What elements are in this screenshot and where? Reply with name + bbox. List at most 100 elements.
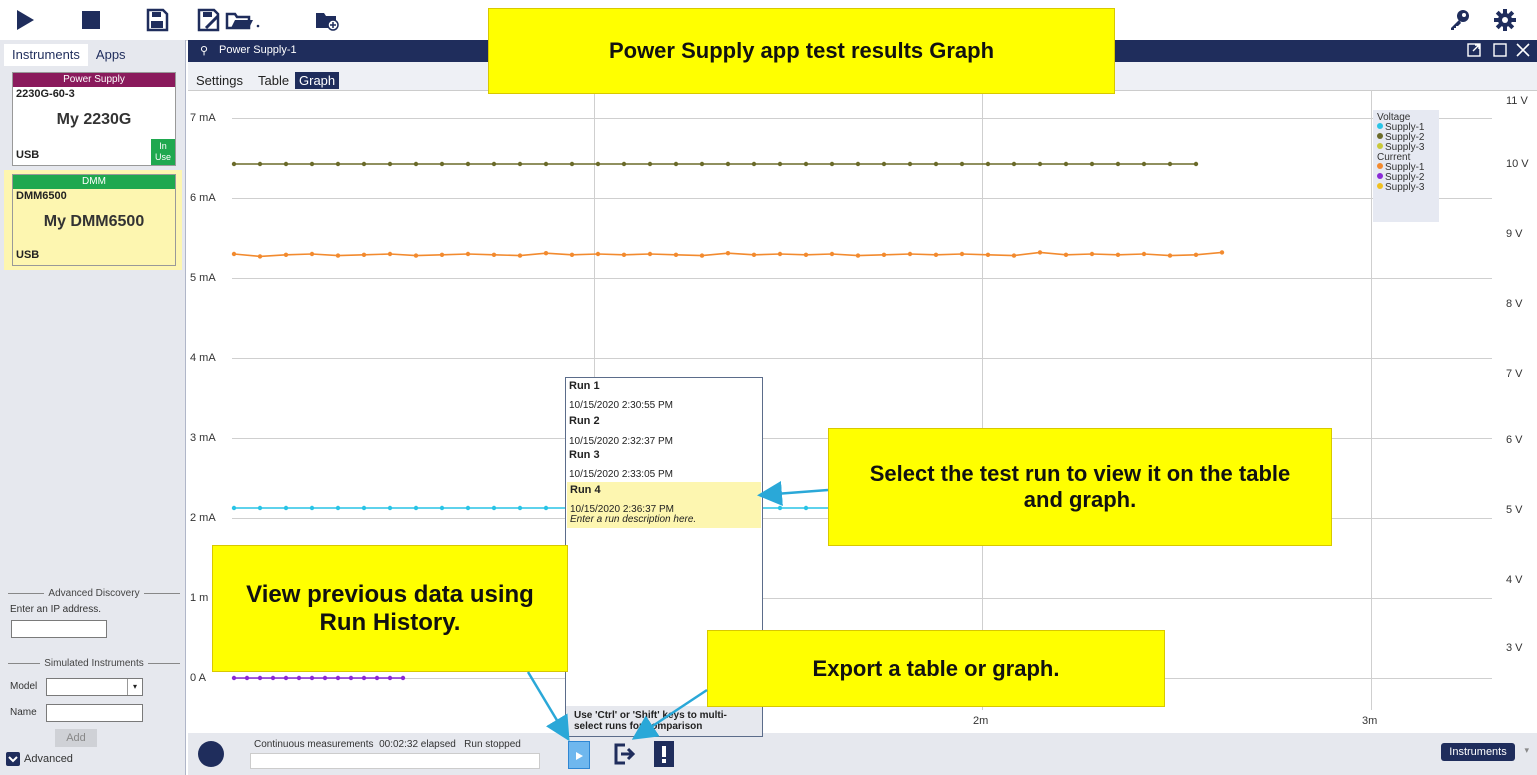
save-icon[interactable] [142, 6, 172, 34]
data-point[interactable] [231, 675, 237, 681]
data-point[interactable] [1115, 161, 1121, 167]
data-point[interactable] [1141, 161, 1147, 167]
data-point[interactable] [231, 161, 237, 167]
data-point[interactable] [1193, 252, 1199, 257]
data-point[interactable] [569, 252, 575, 257]
data-point[interactable] [283, 161, 289, 167]
data-point[interactable] [1037, 161, 1043, 167]
data-point[interactable] [647, 251, 653, 257]
data-point[interactable] [231, 251, 237, 257]
instrument-card-power-supply[interactable]: Power Supply 2230G-60-3 My 2230G USB In … [12, 72, 176, 166]
run-item-date[interactable]: 10/15/2020 2:30:55 PM [569, 400, 673, 411]
info-icon[interactable] [654, 741, 674, 767]
data-point[interactable] [361, 161, 367, 167]
data-point[interactable] [1089, 161, 1095, 167]
instruments-button[interactable]: Instruments [1441, 743, 1515, 761]
data-point[interactable] [439, 252, 445, 257]
data-point[interactable] [803, 161, 809, 167]
data-point[interactable] [322, 675, 328, 681]
data-point[interactable] [725, 251, 731, 256]
model-select[interactable]: ▾ [46, 678, 143, 696]
data-point[interactable] [1219, 250, 1225, 255]
data-point[interactable] [829, 161, 835, 167]
ip-address-input[interactable] [11, 620, 107, 638]
data-point[interactable] [387, 161, 393, 167]
data-point[interactable] [244, 675, 250, 681]
run-history-button[interactable] [568, 741, 590, 769]
run-indicator-icon[interactable] [198, 741, 224, 767]
data-point[interactable] [465, 161, 471, 167]
data-point[interactable] [803, 505, 809, 511]
data-point[interactable] [855, 253, 861, 258]
data-point[interactable] [907, 251, 913, 257]
data-point[interactable] [543, 251, 549, 256]
data-point[interactable] [543, 161, 549, 167]
data-point[interactable] [387, 251, 393, 257]
run-item-title[interactable]: Run 2 [569, 415, 600, 427]
add-button[interactable]: Add [55, 729, 97, 747]
data-point[interactable] [413, 505, 419, 511]
data-point[interactable] [1089, 251, 1095, 257]
legend-item[interactable]: Supply-3 [1377, 183, 1435, 193]
data-point[interactable] [777, 505, 783, 511]
run-item-title[interactable]: Run 3 [569, 449, 600, 461]
data-point[interactable] [1063, 252, 1069, 257]
data-point[interactable] [335, 253, 341, 258]
data-point[interactable] [985, 252, 991, 257]
data-point[interactable] [335, 161, 341, 167]
data-point[interactable] [361, 505, 367, 511]
name-input[interactable] [46, 704, 143, 722]
tab-instruments[interactable]: Instruments [4, 44, 88, 66]
data-point[interactable] [387, 505, 393, 511]
data-point[interactable] [829, 251, 835, 257]
data-point[interactable] [1063, 161, 1069, 167]
data-point[interactable] [1167, 253, 1173, 258]
data-point[interactable] [647, 161, 653, 167]
data-point[interactable] [335, 505, 341, 511]
data-point[interactable] [270, 675, 276, 681]
data-point[interactable] [361, 252, 367, 257]
data-point[interactable] [517, 505, 523, 511]
data-point[interactable] [283, 675, 289, 681]
advanced-toggle-icon[interactable] [6, 752, 20, 766]
data-point[interactable] [465, 251, 471, 257]
new-folder-icon[interactable] [312, 6, 342, 34]
data-point[interactable] [569, 161, 575, 167]
data-point[interactable] [361, 675, 367, 681]
data-point[interactable] [855, 161, 861, 167]
data-point[interactable] [413, 161, 419, 167]
data-point[interactable] [933, 252, 939, 257]
data-point[interactable] [283, 505, 289, 511]
run-item-title[interactable]: Run 1 [569, 380, 600, 392]
data-point[interactable] [543, 505, 549, 511]
tab-graph[interactable]: Graph [295, 72, 340, 89]
save-as-icon[interactable] [194, 6, 224, 34]
data-point[interactable] [777, 161, 783, 167]
data-point[interactable] [933, 161, 939, 167]
close-icon[interactable] [1515, 42, 1531, 58]
data-point[interactable] [517, 253, 523, 258]
data-point[interactable] [907, 161, 913, 167]
data-point[interactable] [1037, 250, 1043, 255]
data-point[interactable] [400, 675, 406, 681]
run-item-date[interactable]: 10/15/2020 2:33:05 PM [569, 469, 673, 480]
gear-icon[interactable] [1490, 6, 1520, 34]
tab-table[interactable]: Table [254, 72, 293, 89]
data-point[interactable] [439, 161, 445, 167]
data-point[interactable] [257, 254, 263, 259]
run-item-selected[interactable]: Run 4 10/15/2020 2:36:37 PM Enter a run … [567, 482, 761, 528]
data-point[interactable] [881, 161, 887, 167]
data-point[interactable] [348, 675, 354, 681]
data-point[interactable] [673, 252, 679, 257]
data-point[interactable] [777, 251, 783, 257]
open-icon[interactable] [224, 6, 262, 34]
data-point[interactable] [387, 675, 393, 681]
data-point[interactable] [309, 251, 315, 257]
data-point[interactable] [1011, 161, 1017, 167]
data-point[interactable] [595, 161, 601, 167]
data-point[interactable] [517, 161, 523, 167]
data-point[interactable] [413, 253, 419, 258]
data-point[interactable] [439, 505, 445, 511]
run-item-date[interactable]: 10/15/2020 2:32:37 PM [569, 436, 673, 447]
play-icon[interactable] [10, 6, 40, 34]
